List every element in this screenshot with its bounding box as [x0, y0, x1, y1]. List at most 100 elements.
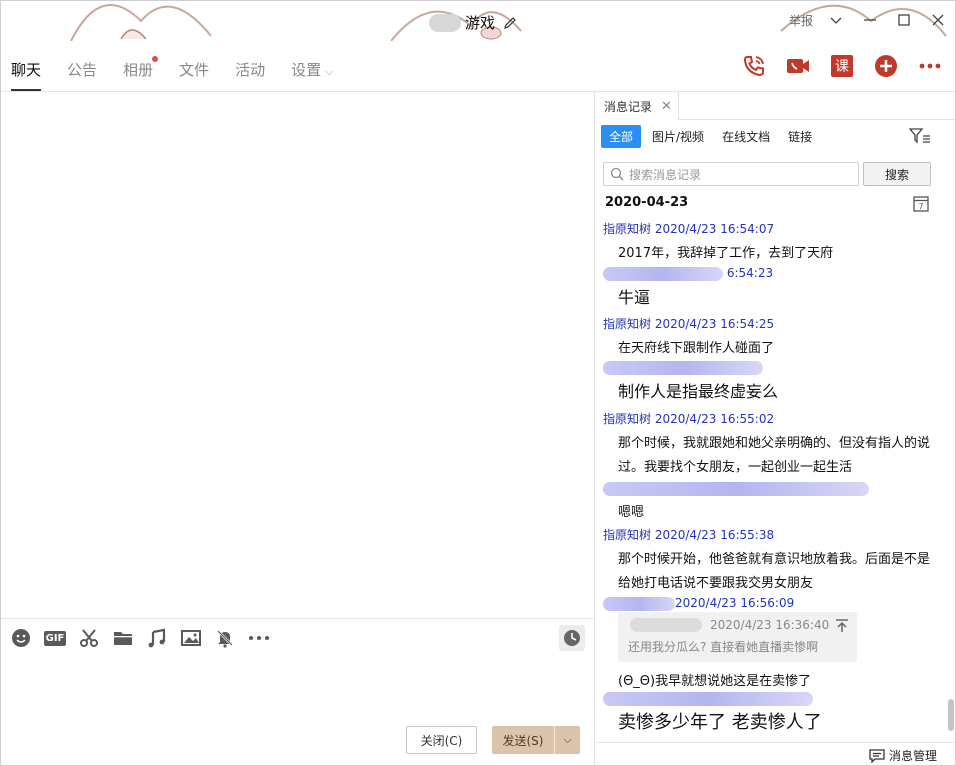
close-icon[interactable]: [927, 9, 949, 31]
message-sender: 2020/4/23 16:56:09: [595, 596, 945, 611]
input-divider: [1, 618, 594, 619]
report-link[interactable]: 举报: [789, 12, 813, 29]
list-item: 指原知树 2020/4/23 16:54:25 在天府线下跟制作人碰面了: [595, 315, 945, 361]
window-controls: 举报: [789, 9, 949, 31]
input-toolbar: GIF: [10, 627, 270, 649]
message-sender: 6:54:23: [595, 266, 945, 281]
chat-window: 游戏 举报 聊天 公告 相册 文件 活动 设置 ⌵ 课 GIF 关闭(C) 发送…: [0, 0, 956, 766]
filter-docs[interactable]: 在线文档: [715, 125, 777, 148]
list-item: 2020/4/23 16:56:09: [595, 596, 945, 611]
main-tabs: 聊天 公告 相册 文件 活动 设置 ⌵: [1, 45, 595, 92]
list-item: 6:54:23 牛逼: [595, 266, 945, 310]
list-item: 嗯嗯: [595, 481, 945, 525]
more-icon[interactable]: [917, 53, 943, 79]
message-text: 嗯嗯: [618, 504, 645, 520]
filter-icon[interactable]: [909, 127, 931, 145]
chat-message-area[interactable]: [1, 92, 594, 618]
phone-icon[interactable]: [741, 53, 767, 79]
list-item: 指原知树 2020/4/23 16:54:07 2017年，我辞掉了工作，去到了…: [595, 220, 945, 266]
redacted-name: [429, 13, 461, 32]
tab-album[interactable]: 相册: [123, 45, 159, 91]
filter-media[interactable]: 图片/视频: [645, 125, 711, 148]
history-tab-underline: [679, 119, 955, 120]
message-manage-label: 消息管理: [889, 749, 938, 763]
redacted-name: [603, 360, 763, 375]
image-icon[interactable]: [180, 627, 202, 649]
history-message-list[interactable]: 指原知树 2020/4/23 16:54:07 2017年，我辞掉了工作，去到了…: [595, 215, 945, 745]
message-text: 在天府线下跟制作人碰面了: [618, 341, 775, 356]
quote-header: 2020/4/23 16:36:40: [630, 618, 829, 632]
message-sender: 指原知树 2020/4/23 16:55:38: [603, 528, 775, 542]
history-scrollbar[interactable]: [948, 699, 954, 731]
message-sender: [595, 691, 945, 706]
clock-icon[interactable]: [559, 625, 585, 651]
history-search-input[interactable]: 搜索消息记录: [603, 162, 859, 186]
redacted-name: [603, 596, 675, 611]
calendar-icon[interactable]: 7: [913, 195, 929, 212]
history-date: 2020-04-23: [605, 195, 689, 210]
message-text: 制作人是指最终虚妄么: [618, 381, 779, 401]
tab-chat[interactable]: 聊天: [11, 45, 42, 91]
redacted-name: [603, 691, 813, 706]
pin-top-icon[interactable]: [835, 618, 849, 634]
message-sender: 指原知树 2020/4/23 16:54:07: [603, 222, 775, 236]
svg-text:7: 7: [918, 202, 923, 211]
history-filters: 全部 图片/视频 在线文档 链接: [601, 125, 819, 148]
message-sender: 指原知树 2020/4/23 16:55:02: [603, 412, 775, 426]
video-call-icon[interactable]: [785, 53, 811, 79]
message-sender: 指原知树 2020/4/23 16:54:25: [603, 317, 775, 331]
filter-all[interactable]: 全部: [601, 125, 642, 148]
history-bottom-divider: [595, 742, 955, 743]
close-button[interactable]: 关闭(C): [406, 726, 477, 754]
list-item: 指原知树 2020/4/23 16:55:38 那个时候开始，他爸爸就有意识地放…: [595, 526, 945, 596]
chevron-down-icon: ⌵: [325, 65, 334, 78]
redacted-name: [603, 481, 869, 496]
more-icon[interactable]: [248, 627, 270, 649]
quote-text: 还用我分瓜么? 直接看她直播卖惨啊: [628, 640, 819, 654]
tab-announcement[interactable]: 公告: [67, 45, 97, 91]
maximize-icon[interactable]: [893, 9, 915, 31]
message-text: 那个时候，我就跟她和她父亲明确的、但没有指人的说过。我要找个女朋友，一起创业一起…: [618, 436, 931, 475]
search-button[interactable]: 搜索: [863, 162, 931, 186]
redacted-name: [630, 618, 702, 632]
header-actions: 课: [741, 53, 943, 79]
quoted-message[interactable]: 2020/4/23 16:36:40 还用我分瓜么? 直接看她直播卖惨啊: [618, 612, 857, 662]
scissors-icon[interactable]: [78, 627, 100, 649]
list-item: 卖惨多少年了 老卖惨人了: [595, 691, 945, 735]
filter-links[interactable]: 链接: [781, 125, 819, 148]
chevron-down-icon[interactable]: [825, 9, 847, 31]
message-sender: [595, 481, 945, 496]
message-text: 牛逼: [618, 287, 651, 307]
search-placeholder: 搜索消息记录: [629, 167, 702, 182]
notification-dot: [152, 56, 159, 62]
redacted-name: [603, 266, 723, 281]
message-sender: [595, 360, 945, 375]
list-item: 制作人是指最终虚妄么: [595, 360, 945, 404]
chevron-down-icon[interactable]: ⌵: [555, 733, 580, 747]
course-icon[interactable]: 课: [829, 53, 855, 79]
mute-bell-icon[interactable]: [214, 627, 236, 649]
chat-bubble-icon: [869, 748, 885, 763]
tab-settings[interactable]: 设置 ⌵: [291, 45, 333, 91]
window-title: 游戏: [429, 12, 517, 33]
edit-icon[interactable]: [503, 16, 517, 30]
close-icon[interactable]: ✕: [661, 99, 672, 114]
history-tab-label: 消息记录: [604, 99, 653, 114]
search-icon: [610, 167, 624, 181]
music-icon[interactable]: [146, 627, 168, 649]
minimize-icon[interactable]: [859, 9, 881, 31]
title-bar[interactable]: 游戏 举报: [1, 1, 955, 41]
message-manage-link[interactable]: 消息管理: [869, 747, 937, 764]
message-text: 2017年，我辞掉了工作，去到了天府: [618, 246, 834, 261]
send-button[interactable]: 发送(S) ⌵: [492, 726, 580, 754]
message-text: 卖惨多少年了 老卖惨人了: [618, 711, 822, 733]
folder-icon[interactable]: [112, 627, 134, 649]
gif-icon[interactable]: GIF: [43, 627, 67, 649]
add-icon[interactable]: [873, 53, 899, 79]
tab-activity[interactable]: 活动: [235, 45, 265, 91]
message-text: 那个时候开始，他爸爸就有意识地放着我。后面是不是给她打电话说不要跟我交男女朋友: [618, 552, 931, 591]
tab-message-history[interactable]: 消息记录 ✕: [595, 92, 679, 120]
send-label: 发送(S): [502, 733, 544, 748]
tab-files[interactable]: 文件: [179, 45, 209, 91]
emoji-icon[interactable]: [10, 627, 32, 649]
